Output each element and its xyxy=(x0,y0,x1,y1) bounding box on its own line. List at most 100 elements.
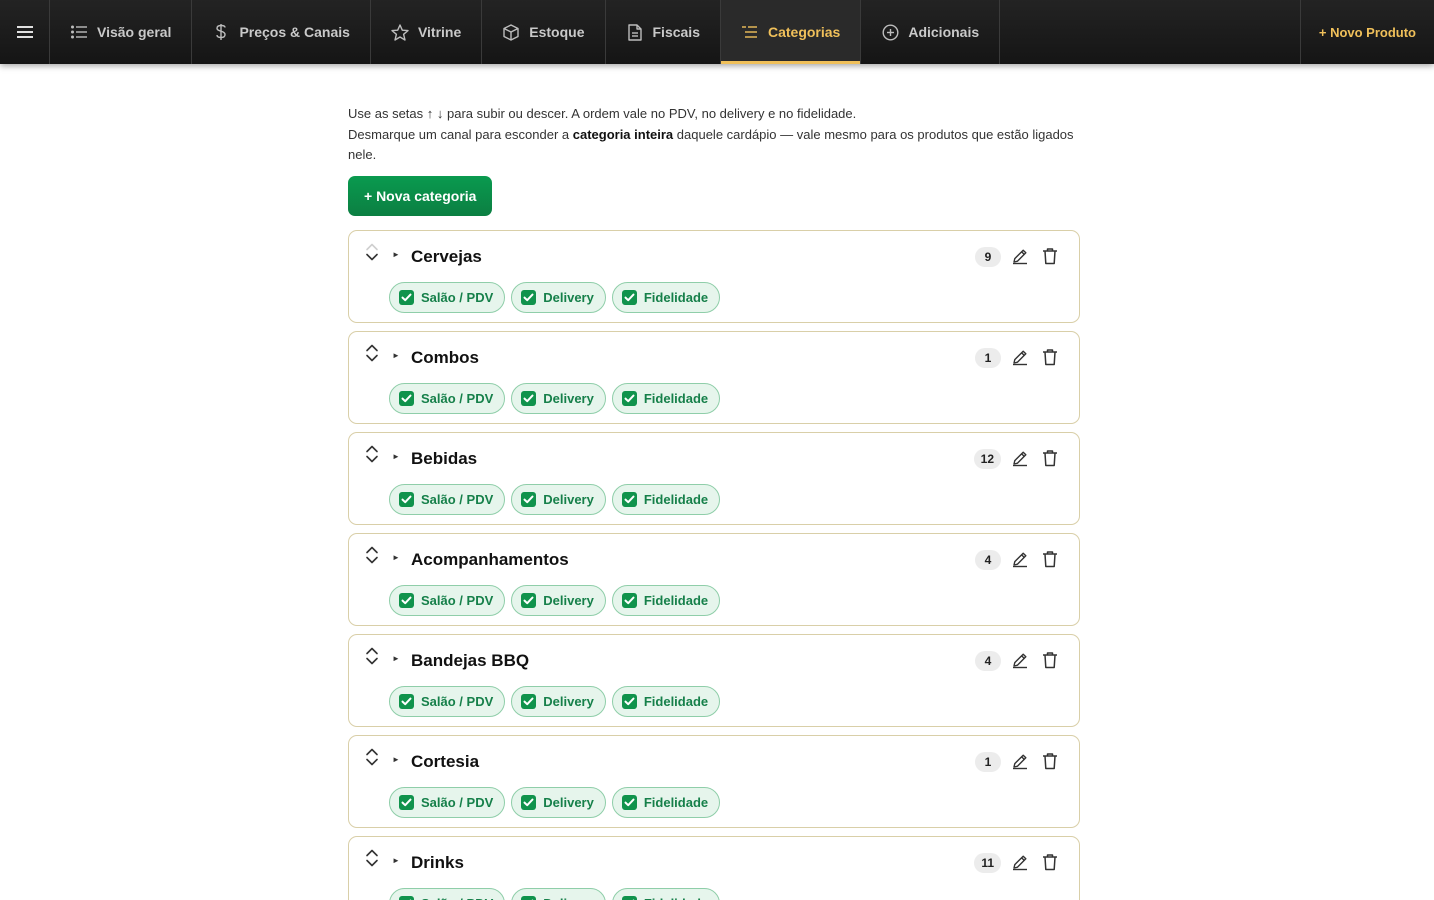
channel-toggles: Salão / PDV Delivery Fidelidade xyxy=(389,685,721,717)
edit-icon[interactable] xyxy=(1011,348,1031,368)
move-up-button[interactable] xyxy=(365,747,379,758)
move-down-button[interactable] xyxy=(365,758,379,769)
channel-toggle[interactable]: Delivery xyxy=(511,382,606,414)
channel-toggles: Salão / PDV Delivery Fidelidade xyxy=(389,584,721,616)
channel-label: Delivery xyxy=(543,592,594,608)
channel-toggle[interactable]: Delivery xyxy=(511,281,606,313)
expand-triangle-icon[interactable]: ► xyxy=(392,856,400,865)
trash-icon[interactable] xyxy=(1042,853,1062,873)
tab-categorias[interactable]: Categorias xyxy=(720,0,862,64)
expand-triangle-icon[interactable]: ► xyxy=(392,250,400,259)
edit-icon[interactable] xyxy=(1011,550,1031,570)
tab-label: Adicionais xyxy=(908,24,980,40)
move-up-button[interactable] xyxy=(365,848,379,859)
channel-toggles: Salão / PDV Delivery Fidelidade xyxy=(389,281,721,313)
trash-icon[interactable] xyxy=(1042,651,1062,671)
edit-icon[interactable] xyxy=(1011,247,1031,267)
channel-toggle[interactable]: Salão / PDV xyxy=(389,685,506,717)
channel-toggle[interactable]: Salão / PDV xyxy=(389,786,506,818)
tab-vitrine[interactable]: Vitrine xyxy=(371,0,483,64)
channel-label: Delivery xyxy=(543,390,594,406)
channel-toggle[interactable]: Fidelidade xyxy=(611,281,721,313)
channel-toggle[interactable]: Delivery xyxy=(511,887,606,900)
channel-toggle[interactable]: Fidelidade xyxy=(611,483,721,515)
channel-toggle[interactable]: Salão / PDV xyxy=(389,483,506,515)
expand-triangle-icon[interactable]: ► xyxy=(392,351,400,360)
tab-visao-geral[interactable]: Visão geral xyxy=(50,0,193,64)
tab-adicionais[interactable]: Adicionais xyxy=(861,0,1001,64)
channel-toggle[interactable]: Salão / PDV xyxy=(389,281,506,313)
menu-button[interactable] xyxy=(0,0,50,64)
channel-toggle[interactable]: Salão / PDV xyxy=(389,584,506,616)
edit-icon[interactable] xyxy=(1011,651,1031,671)
help-line-2-bold: categoria inteira xyxy=(572,126,674,142)
channel-label: Salão / PDV xyxy=(421,693,494,709)
checkbox-checked-icon xyxy=(621,794,637,810)
checkbox-checked-icon xyxy=(621,289,637,305)
reorder-arrows xyxy=(365,747,379,769)
channel-label: Fidelidade xyxy=(643,491,709,507)
move-up-button[interactable] xyxy=(365,343,379,354)
channel-toggle[interactable]: Fidelidade xyxy=(611,584,721,616)
document-icon xyxy=(626,23,644,41)
channel-toggle[interactable]: Salão / PDV xyxy=(389,887,506,900)
reorder-arrows xyxy=(365,848,379,870)
category-card: ► Drinks 11 Salão / PDV Delivery Fidelid… xyxy=(348,835,1080,900)
expand-triangle-icon[interactable]: ► xyxy=(392,553,400,562)
expand-triangle-icon[interactable]: ► xyxy=(392,755,400,764)
edit-icon[interactable] xyxy=(1011,853,1031,873)
edit-icon[interactable] xyxy=(1011,752,1031,772)
tab-precos-canais[interactable]: Preços & Canais xyxy=(192,0,371,64)
channel-label: Salão / PDV xyxy=(421,896,493,900)
checkbox-checked-icon xyxy=(399,794,414,810)
move-down-button[interactable] xyxy=(365,354,379,365)
channel-toggle[interactable]: Salão / PDV xyxy=(389,382,506,414)
move-down-button[interactable] xyxy=(365,657,379,668)
new-category-button[interactable]: + Nova categoria xyxy=(348,175,493,216)
help-line-1: Use as setas ↑ ↓ para subir ou descer. A… xyxy=(348,106,857,121)
categories-list-icon xyxy=(741,23,759,41)
trash-icon[interactable] xyxy=(1042,348,1062,368)
move-down-button[interactable] xyxy=(365,253,379,264)
channel-toggle[interactable]: Delivery xyxy=(511,584,606,616)
channel-label: Delivery xyxy=(543,896,594,900)
trash-icon[interactable] xyxy=(1042,247,1062,267)
category-list: ► Cervejas 9 Salão / PDV Delivery Fideli… xyxy=(348,229,1080,900)
trash-icon[interactable] xyxy=(1042,550,1062,570)
channel-label: Salão / PDV xyxy=(421,390,494,406)
move-down-button[interactable] xyxy=(365,859,379,870)
tab-estoque[interactable]: Estoque xyxy=(482,0,606,64)
checkbox-checked-icon xyxy=(621,491,637,507)
tab-fiscais[interactable]: Fiscais xyxy=(606,0,721,64)
channel-label: Fidelidade xyxy=(643,794,709,810)
channel-toggle[interactable]: Fidelidade xyxy=(611,887,721,900)
product-count-badge: 9 xyxy=(975,246,1001,267)
move-up-button[interactable] xyxy=(365,545,379,556)
channel-toggle[interactable]: Delivery xyxy=(511,685,606,717)
checkbox-checked-icon xyxy=(521,592,537,608)
move-down-button[interactable] xyxy=(365,556,379,567)
new-product-button[interactable]: + Novo Produto xyxy=(1299,0,1434,64)
reorder-arrows xyxy=(365,545,379,567)
channel-toggle[interactable]: Delivery xyxy=(511,483,606,515)
channel-toggle[interactable]: Fidelidade xyxy=(611,685,721,717)
channel-toggles: Salão / PDV Delivery Fidelidade xyxy=(389,786,721,818)
trash-icon[interactable] xyxy=(1042,752,1062,772)
category-card: ► Bebidas 12 Salão / PDV Delivery Fideli… xyxy=(348,431,1080,525)
expand-triangle-icon[interactable]: ► xyxy=(392,654,400,663)
edit-icon[interactable] xyxy=(1011,449,1031,469)
checkbox-checked-icon xyxy=(621,895,637,900)
trash-icon[interactable] xyxy=(1042,449,1062,469)
move-up-button[interactable] xyxy=(365,646,379,657)
move-up-button[interactable] xyxy=(365,444,379,455)
product-count-badge: 1 xyxy=(975,751,1001,772)
move-up-button[interactable] xyxy=(365,242,379,253)
channel-toggle[interactable]: Delivery xyxy=(511,786,606,818)
channel-toggle[interactable]: Fidelidade xyxy=(611,786,721,818)
expand-triangle-icon[interactable]: ► xyxy=(392,452,400,461)
move-down-button[interactable] xyxy=(365,455,379,466)
product-count-badge: 12 xyxy=(973,448,1001,469)
channel-toggles: Salão / PDV Delivery Fidelidade xyxy=(389,483,721,515)
channel-toggle[interactable]: Fidelidade xyxy=(611,382,721,414)
